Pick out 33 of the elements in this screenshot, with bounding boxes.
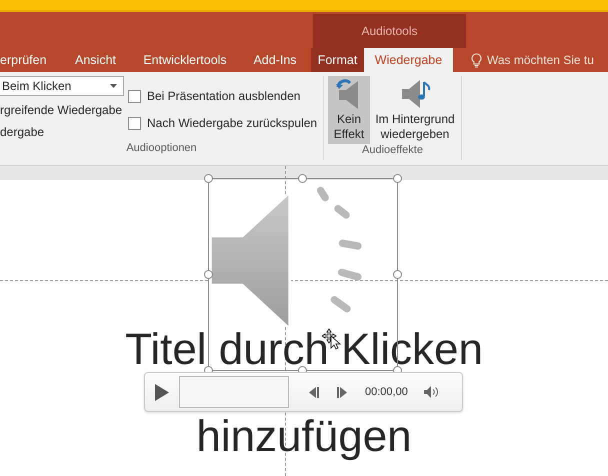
speaker-music-note-icon: [399, 78, 431, 110]
progress-track[interactable]: [179, 376, 289, 408]
effect-button[interactable]: Im Hintergrund wiedergeben: [372, 76, 458, 144]
title-placeholder-text[interactable]: hinzufügen: [196, 415, 412, 459]
play-button[interactable]: [155, 384, 169, 400]
checkbox[interactable]: [128, 90, 141, 102]
volume-button[interactable]: [424, 386, 440, 398]
tell-me-field[interactable]: Was möchten Sie tu: [487, 53, 603, 67]
dropdown-arrow-icon: [110, 84, 117, 88]
group-label: Audiooptionen: [125, 142, 198, 156]
checkbox[interactable]: [128, 116, 141, 130]
ribbon-tab[interactable]: Ansicht: [60, 48, 131, 72]
option-label[interactable]: rgreifende Wiedergabe: [0, 102, 124, 118]
resize-handle[interactable]: [298, 174, 307, 183]
checkbox-label: Bei Präsentation ausblenden: [147, 89, 300, 103]
resize-handle[interactable]: [204, 174, 213, 183]
ribbon-tab[interactable]: erprüfen: [0, 48, 60, 72]
resize-handle[interactable]: [393, 174, 402, 183]
start-dropdown[interactable]: Beim Klicken: [0, 76, 124, 96]
lightbulb-icon: [471, 52, 482, 68]
ribbon-tab[interactable]: Wiedergabe: [364, 48, 453, 72]
group-label: Audioeffekte: [361, 144, 424, 158]
effect-button[interactable]: Kein Effekt: [328, 76, 370, 144]
ribbon-tab[interactable]: Add-Ins: [239, 48, 311, 72]
ribbon-tab[interactable]: Entwicklertools: [131, 48, 239, 72]
title-placeholder-text[interactable]: Titel durch Klicken: [125, 328, 483, 372]
ribbon-tab[interactable]: Format: [311, 48, 364, 72]
skip-back-button[interactable]: [309, 386, 319, 398]
context-tab-group-title: Audiotools: [313, 14, 466, 48]
time-display: 00:00,00: [365, 386, 408, 398]
skip-forward-button[interactable]: [337, 386, 347, 398]
option-label[interactable]: dergabe: [0, 124, 124, 140]
checkbox-label: Nach Wiedergabe zurückspulen: [147, 116, 318, 130]
